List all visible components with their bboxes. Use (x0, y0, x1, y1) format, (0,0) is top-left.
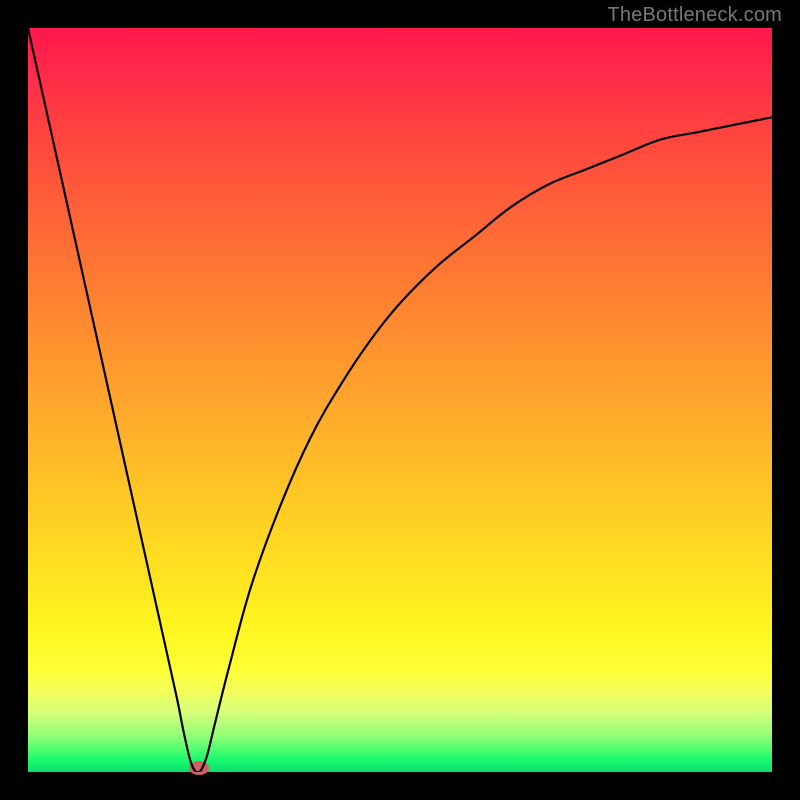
chart-frame: TheBottleneck.com (0, 0, 800, 800)
plot-area (28, 28, 772, 772)
watermark-text: TheBottleneck.com (607, 4, 782, 27)
bottleneck-curve (28, 28, 772, 772)
